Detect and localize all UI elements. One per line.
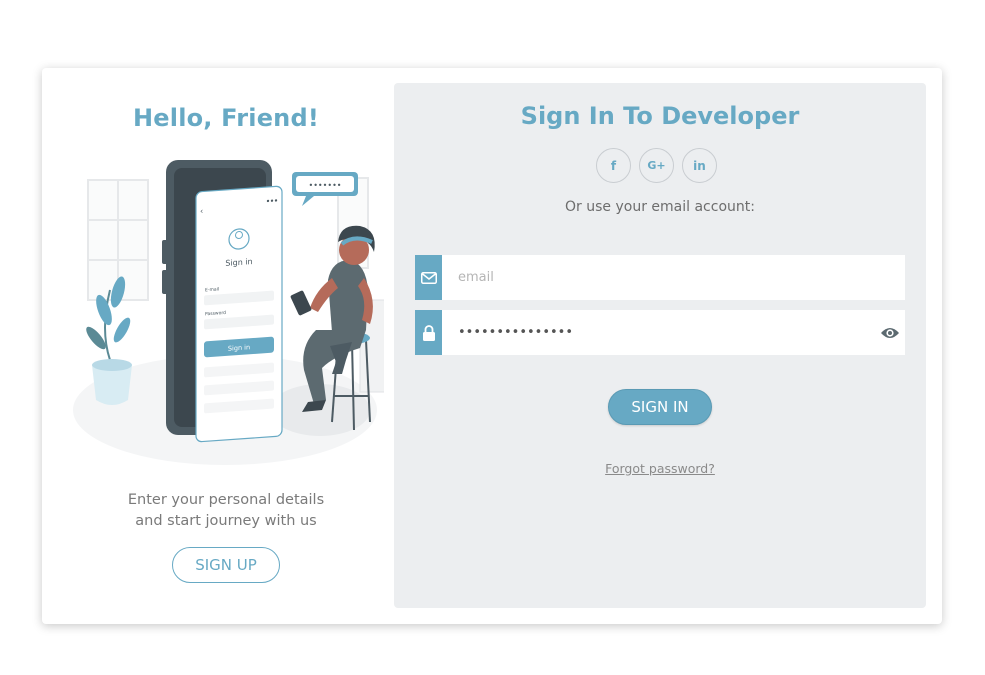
sign-in-illustration-icon: Sign in E-mail Password Sign in ‹ ••••••…	[73, 160, 384, 465]
sign-in-panel: Sign In To Developer f G+ in Or use your…	[394, 83, 926, 608]
email-field-group	[415, 255, 905, 300]
welcome-panel: Hello, Friend! Sign in E-mail Password S…	[42, 68, 395, 624]
svg-text:Sign in: Sign in	[225, 257, 252, 268]
svg-text:Sign in: Sign in	[228, 343, 250, 353]
forgot-password-link[interactable]: Forgot password?	[394, 461, 926, 476]
lock-icon	[415, 310, 442, 355]
sign-up-button[interactable]: SIGN UP	[172, 547, 280, 583]
sign-in-button[interactable]: SIGN IN	[608, 389, 712, 425]
welcome-heading: Hello, Friend!	[133, 104, 319, 132]
svg-text:•••••••: •••••••	[308, 181, 341, 190]
facebook-icon: f	[610, 158, 617, 173]
google-plus-button[interactable]: G+	[639, 148, 674, 183]
login-card: Hello, Friend! Sign in E-mail Password S…	[42, 68, 942, 624]
welcome-tagline: Enter your personal details and start jo…	[127, 492, 325, 529]
eye-icon[interactable]	[879, 322, 901, 344]
svg-text:E-mail: E-mail	[205, 286, 219, 293]
sign-in-heading: Sign In To Developer	[520, 102, 800, 130]
password-input[interactable]	[442, 310, 879, 355]
svg-text:‹: ‹	[200, 207, 203, 216]
envelope-icon	[415, 255, 442, 300]
social-login-group: f G+ in	[596, 148, 717, 183]
linkedin-button[interactable]: in	[682, 148, 717, 183]
email-input[interactable]	[442, 255, 905, 300]
google-plus-icon: G+	[647, 159, 666, 172]
password-field-group	[415, 310, 905, 355]
facebook-button[interactable]: f	[596, 148, 631, 183]
alternative-login-text: Or use your email account:	[565, 199, 755, 215]
linkedin-icon: in	[693, 158, 706, 173]
